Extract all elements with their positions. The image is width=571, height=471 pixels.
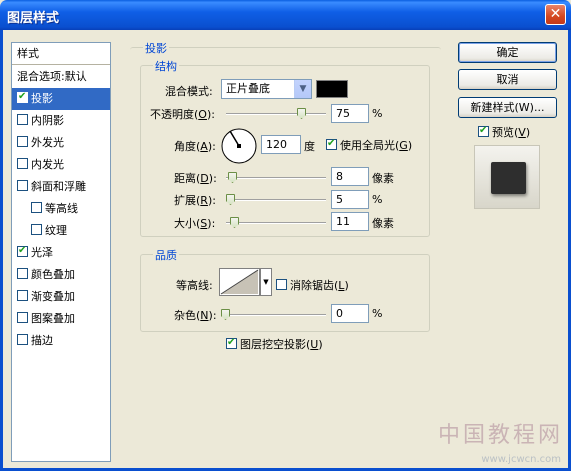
new-style-button[interactable]: 新建样式(W)...: [458, 97, 557, 118]
style-list-item[interactable]: 图案叠加: [12, 308, 110, 330]
style-list-item-label: 渐变叠加: [31, 290, 75, 303]
contour-picker[interactable]: ▼: [219, 268, 272, 296]
angle-dial[interactable]: [220, 127, 258, 165]
angle-label: 角度(A):: [174, 140, 216, 153]
style-list-item-label: 纹理: [45, 224, 67, 237]
distance-unit: 像素: [372, 172, 394, 185]
watermark-url: www.jcwcn.com: [481, 454, 561, 465]
spread-label: 扩展(R):: [174, 194, 216, 207]
style-list-item[interactable]: 描边: [12, 330, 110, 352]
contour-dropdown-arrow-icon[interactable]: ▼: [260, 268, 272, 296]
size-label: 大小(S):: [174, 217, 216, 230]
style-list-item-label: 内发光: [31, 158, 64, 171]
preview-square: [491, 162, 526, 194]
global-light-checkbox[interactable]: [326, 137, 337, 151]
size-input[interactable]: 11: [331, 212, 369, 231]
quality-title: 品质: [153, 247, 179, 263]
antialias-checkbox[interactable]: [276, 279, 287, 290]
style-list-checkbox[interactable]: [31, 224, 42, 235]
style-preview-thumbnail: [474, 145, 540, 209]
style-list-item[interactable]: 纹理: [12, 220, 110, 242]
knockout-toggle[interactable]: 图层挖空投影(U): [226, 336, 323, 352]
blend-mode-select[interactable]: 正片叠底 ▼: [221, 79, 312, 99]
style-list-item-label: 内阴影: [31, 114, 64, 127]
style-list-item[interactable]: 斜面和浮雕: [12, 176, 110, 198]
style-list-item-label: 光泽: [31, 246, 53, 259]
spread-unit: %: [372, 193, 383, 206]
cancel-button[interactable]: 取消: [458, 69, 557, 90]
style-list-item-label: 颜色叠加: [31, 268, 75, 281]
distance-slider-track[interactable]: [226, 177, 326, 179]
noise-unit: %: [372, 307, 383, 320]
style-list-checkbox[interactable]: [17, 90, 28, 104]
style-list-item-label: 外发光: [31, 136, 64, 149]
opacity-slider-track[interactable]: [226, 113, 326, 115]
style-list-item[interactable]: 渐变叠加: [12, 286, 110, 308]
style-list-checkbox[interactable]: [17, 244, 28, 258]
title-bar[interactable]: 图层样式 ✕: [0, 0, 571, 30]
preview-checkbox[interactable]: [478, 124, 489, 138]
opacity-label: 不透明度(O):: [150, 108, 215, 121]
window-title: 图层样式: [7, 11, 60, 26]
style-list-item[interactable]: 颜色叠加: [12, 264, 110, 286]
style-list-checkbox[interactable]: [17, 312, 28, 323]
shadow-color-swatch[interactable]: [316, 80, 348, 98]
global-light-toggle[interactable]: 使用全局光(G): [326, 137, 412, 153]
size-slider-track[interactable]: [226, 222, 326, 224]
distance-label: 距离(D):: [174, 172, 217, 185]
structure-title: 结构: [153, 58, 179, 74]
ok-button[interactable]: 确定: [458, 42, 557, 63]
blend-mode-value: 正片叠底: [226, 82, 270, 95]
style-list-item-label: 描边: [31, 334, 53, 347]
style-list-checkbox[interactable]: [17, 268, 28, 279]
antialias-toggle[interactable]: 消除锯齿(L): [276, 277, 349, 293]
style-list-item[interactable]: 外发光: [12, 132, 110, 154]
style-list-checkbox[interactable]: [31, 202, 42, 213]
watermark-text: 中国教程网: [437, 423, 563, 448]
angle-input[interactable]: 120: [261, 135, 301, 154]
close-icon: ✕: [549, 6, 562, 22]
style-list-item[interactable]: 内阴影: [12, 110, 110, 132]
opacity-input[interactable]: 75: [331, 104, 369, 123]
spread-input[interactable]: 5: [331, 190, 369, 209]
knockout-checkbox[interactable]: [226, 336, 237, 350]
style-list-item[interactable]: 等高线: [12, 198, 110, 220]
noise-input[interactable]: 0: [331, 304, 369, 323]
style-list-item-label: 投影: [31, 92, 53, 105]
opacity-unit: %: [372, 107, 383, 120]
style-list-item[interactable]: 光泽: [12, 242, 110, 264]
angle-unit: 度: [304, 140, 315, 153]
spread-slider-track[interactable]: [226, 199, 326, 201]
noise-slider-track[interactable]: [226, 314, 326, 316]
style-list-item[interactable]: 投影: [12, 88, 110, 110]
style-list-item-label: 混合选项:默认: [17, 70, 87, 83]
noise-label: 杂色(N):: [174, 309, 217, 322]
style-list-checkbox[interactable]: [17, 158, 28, 169]
drop-shadow-title: 投影: [143, 40, 169, 56]
style-list-item[interactable]: 混合选项:默认: [12, 66, 110, 88]
blend-mode-label: 混合模式:: [165, 85, 213, 98]
preview-toggle[interactable]: 预览(V): [478, 124, 530, 140]
style-list-item[interactable]: 内发光: [12, 154, 110, 176]
style-list-header[interactable]: 样式: [12, 43, 110, 65]
style-list-item-label: 斜面和浮雕: [31, 180, 86, 193]
size-unit: 像素: [372, 217, 394, 230]
contour-preview-icon: [220, 269, 259, 295]
style-list-checkbox[interactable]: [17, 136, 28, 147]
style-list-checkbox[interactable]: [17, 290, 28, 301]
style-list[interactable]: 样式 混合选项:默认投影内阴影外发光内发光斜面和浮雕等高线纹理光泽颜色叠加渐变叠…: [11, 42, 111, 462]
chevron-down-icon[interactable]: ▼: [294, 80, 311, 98]
style-list-item-label: 等高线: [45, 202, 78, 215]
style-list-checkbox[interactable]: [17, 180, 28, 191]
contour-label: 等高线:: [176, 279, 213, 292]
style-list-item-label: 图案叠加: [31, 312, 75, 325]
distance-input[interactable]: 8: [331, 167, 369, 186]
style-list-checkbox[interactable]: [17, 334, 28, 345]
style-list-checkbox[interactable]: [17, 114, 28, 125]
close-button[interactable]: ✕: [545, 4, 566, 25]
